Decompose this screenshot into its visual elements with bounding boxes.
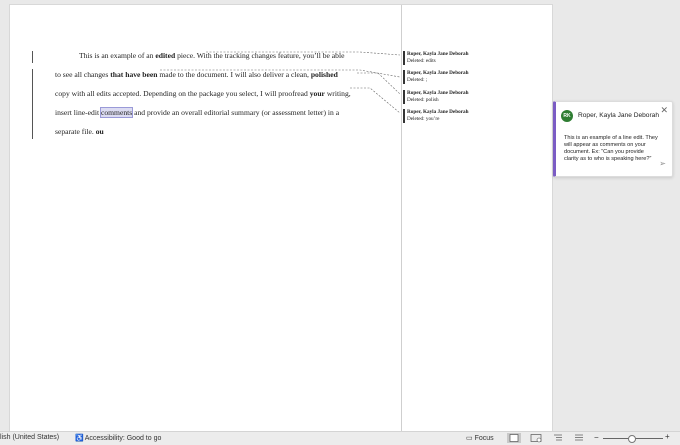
accessibility-label: Accessibility: Good to go [84, 435, 162, 442]
text-run: copy with all edits accepted. Depending … [55, 89, 310, 98]
text-run: insert line-edit [55, 108, 101, 117]
revision-balloon[interactable]: Roper, Kayla Jane Deborah Deleted: you’re [403, 109, 517, 123]
zoom-in-button[interactable]: + [665, 432, 670, 441]
bold-text: that have been [110, 70, 158, 79]
balloon-text: Deleted: edits [407, 58, 436, 64]
avatar: RK [561, 110, 573, 122]
bold-text: your [309, 89, 325, 98]
zoom-slider-thumb[interactable] [628, 435, 636, 443]
accessibility-status[interactable]: ♿Accessibility: Good to go [75, 434, 161, 442]
bold-text: polished [310, 70, 338, 79]
revision-balloon[interactable]: Roper, Kayla Jane Deborah Deleted: ; [403, 70, 517, 84]
balloon-text: Deleted: ; [407, 77, 428, 83]
accessibility-icon: ♿ [75, 435, 84, 442]
document-line[interactable]: to see all changes that have been made t… [55, 70, 338, 79]
document-line[interactable]: separate file. ou [55, 127, 104, 136]
text-run: piece. With the tracking changes feature… [175, 51, 345, 60]
balloon-text: Deleted: polish [407, 97, 439, 103]
balloon-text: Deleted: you’re [407, 116, 440, 122]
text-run: This is an example of an [79, 51, 156, 60]
language-status[interactable]: lish (United States) [0, 434, 59, 441]
focus-button[interactable]: ▭ Focus [466, 434, 494, 442]
change-bar [32, 123, 33, 139]
change-bar [32, 51, 33, 63]
balloon-author: Roper, Kayla Jane Deborah [407, 70, 469, 76]
markup-pane-divider [401, 5, 402, 431]
text-run: separate file. [55, 127, 96, 136]
balloon-author: Roper, Kayla Jane Deborah [407, 109, 469, 115]
outline-view-button[interactable] [551, 433, 565, 443]
text-run: made to the document. I will also delive… [157, 70, 311, 79]
text-run: and provide an overall editorial summary… [132, 108, 340, 117]
print-layout-button[interactable] [507, 433, 521, 443]
balloon-author: Roper, Kayla Jane Deborah [407, 90, 469, 96]
document-line[interactable]: This is an example of an edited piece. W… [55, 51, 344, 60]
bold-text: edited [155, 51, 176, 60]
zoom-out-button[interactable]: − [594, 433, 599, 442]
comment-anchor[interactable]: comments [99, 107, 134, 118]
draft-view-button[interactable] [572, 433, 586, 443]
document-page[interactable]: This is an example of an edited piece. W… [10, 5, 552, 431]
revision-balloon[interactable]: Roper, Kayla Jane Deborah Deleted: polish [403, 90, 517, 104]
text-run: to see all changes [55, 70, 111, 79]
comment-author: Roper, Kayla Jane Deborah [578, 112, 660, 119]
text-run: writing, [324, 89, 351, 98]
web-layout-button[interactable] [529, 433, 543, 443]
comment-card[interactable]: RK Roper, Kayla Jane Deborah ✕ This is a… [553, 101, 673, 177]
document-line[interactable]: insert line-edit comments and provide an… [55, 107, 340, 118]
balloon-author: Roper, Kayla Jane Deborah [407, 51, 469, 57]
comment-leader-lines [160, 51, 401, 114]
document-line[interactable]: copy with all edits accepted. Depending … [55, 89, 351, 98]
comment-text[interactable]: This is an example of a line edit. They … [564, 135, 659, 163]
focus-label: Focus [474, 435, 494, 442]
send-icon[interactable]: ➢ [659, 159, 666, 168]
change-bar [32, 69, 33, 123]
focus-icon: ▭ [466, 435, 473, 442]
revision-balloon[interactable]: Roper, Kayla Jane Deborah Deleted: edits [403, 51, 517, 65]
close-icon[interactable]: ✕ [660, 105, 668, 116]
bold-text: ou [95, 127, 104, 136]
status-bar: lish (United States) ♿Accessibility: Goo… [0, 431, 680, 445]
